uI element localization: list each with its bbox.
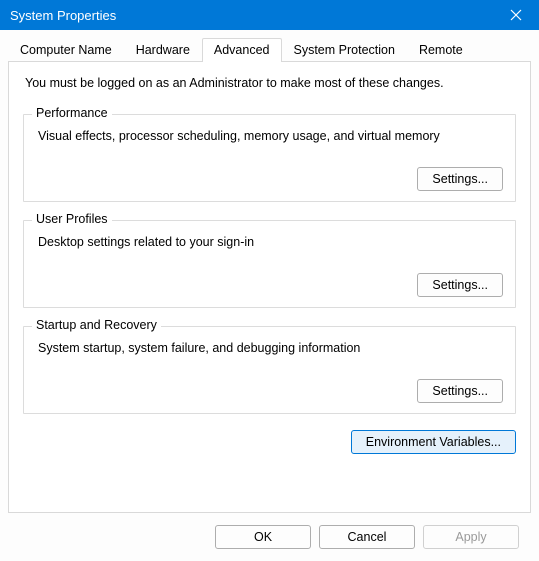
system-properties-window: System Properties Computer Name Hardware…: [0, 0, 539, 561]
tab-system-protection[interactable]: System Protection: [282, 38, 407, 62]
group-startup-recovery: Startup and Recovery System startup, sys…: [23, 326, 516, 414]
admin-notice: You must be logged on as an Administrato…: [25, 76, 516, 90]
group-user-profiles-desc: Desktop settings related to your sign-in: [38, 235, 503, 249]
tab-strip: Computer Name Hardware Advanced System P…: [8, 38, 531, 61]
performance-settings-button[interactable]: Settings...: [417, 167, 503, 191]
ok-button[interactable]: OK: [215, 525, 311, 549]
window-title: System Properties: [10, 8, 493, 23]
group-startup-actions: Settings...: [36, 379, 503, 403]
group-startup-title: Startup and Recovery: [32, 318, 161, 332]
group-performance: Performance Visual effects, processor sc…: [23, 114, 516, 202]
group-performance-title: Performance: [32, 106, 112, 120]
tab-remote[interactable]: Remote: [407, 38, 475, 62]
group-performance-actions: Settings...: [36, 167, 503, 191]
dialog-footer: OK Cancel Apply: [8, 513, 531, 561]
group-startup-desc: System startup, system failure, and debu…: [38, 341, 503, 355]
environment-variables-button[interactable]: Environment Variables...: [351, 430, 516, 454]
tab-hardware[interactable]: Hardware: [124, 38, 202, 62]
close-button[interactable]: [493, 0, 539, 30]
titlebar: System Properties: [0, 0, 539, 30]
group-performance-desc: Visual effects, processor scheduling, me…: [38, 129, 503, 143]
group-user-profiles-actions: Settings...: [36, 273, 503, 297]
group-user-profiles-title: User Profiles: [32, 212, 112, 226]
cancel-button[interactable]: Cancel: [319, 525, 415, 549]
apply-button[interactable]: Apply: [423, 525, 519, 549]
environment-variables-row: Environment Variables...: [23, 424, 516, 454]
tab-computer-name[interactable]: Computer Name: [8, 38, 124, 62]
group-user-profiles: User Profiles Desktop settings related t…: [23, 220, 516, 308]
tab-advanced[interactable]: Advanced: [202, 38, 282, 62]
user-profiles-settings-button[interactable]: Settings...: [417, 273, 503, 297]
tab-panel-advanced: You must be logged on as an Administrato…: [8, 61, 531, 513]
dialog-body: Computer Name Hardware Advanced System P…: [0, 30, 539, 561]
startup-settings-button[interactable]: Settings...: [417, 379, 503, 403]
close-icon: [510, 9, 522, 21]
